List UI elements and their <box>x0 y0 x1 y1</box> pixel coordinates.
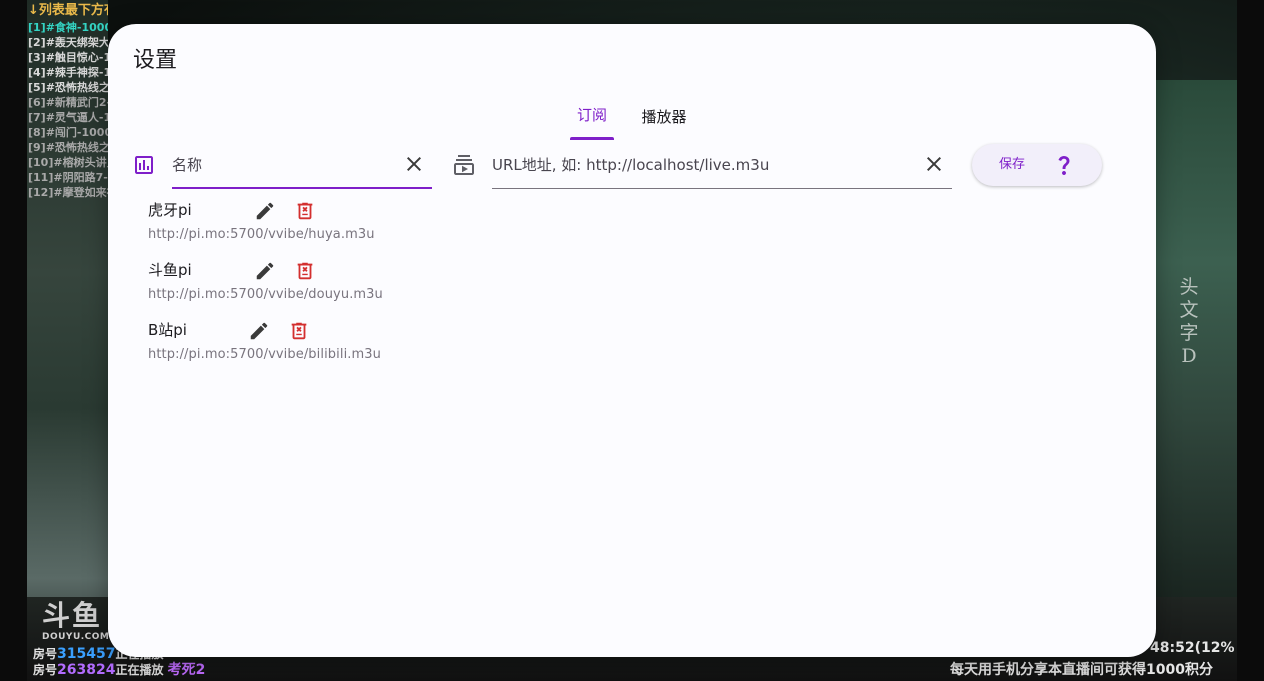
playlist-item: [4]#辣手神探-1 <box>28 66 108 79</box>
vertical-title-char: 头 <box>1179 276 1199 298</box>
playlist-overlay: ↓列表最下方有滚动片单↓ [1]#食神-10000 [2]#轰天绑架大 [3]#… <box>28 2 108 200</box>
playlist-item: [12]#摩登如来神 <box>28 186 108 199</box>
list-item: 虎牙pi http://pi.mo:5700/vvibe/huya.m3u <box>148 198 468 254</box>
playlist-item: [11]#阴阳路7-1 <box>28 171 108 184</box>
settings-dialog: 设置 订阅 播放器 保存 <box>108 24 1156 657</box>
delete-icon[interactable] <box>288 320 310 342</box>
url-input[interactable] <box>492 143 952 187</box>
vertical-title-char: 字 <box>1179 322 1199 344</box>
clear-url-icon[interactable] <box>922 152 946 176</box>
room-prefix: 房号 <box>33 647 58 661</box>
list-item: 斗鱼pi http://pi.mo:5700/vvibe/douyu.m3u <box>148 258 468 314</box>
room-line: 房号263824正在播放 考死2 <box>33 662 205 678</box>
vertical-title-char: 文 <box>1179 299 1199 321</box>
save-button[interactable]: 保存 <box>972 144 1102 186</box>
playlist-item: [6]#新精武门2- <box>28 96 108 109</box>
name-field[interactable] <box>172 143 432 189</box>
playlist-item: [8]#闯门-1000 <box>28 126 108 139</box>
playback-timecode: 48:52(12%) <box>1150 640 1234 656</box>
playlist-item: [2]#轰天绑架大 <box>28 36 108 49</box>
playlist-item: [5]#恐怖热线之 <box>28 81 108 94</box>
dialog-title: 设置 <box>133 48 178 73</box>
playlist-item: [3]#触目惊心-1 <box>28 51 108 64</box>
delete-icon[interactable] <box>294 260 316 282</box>
douyu-logo-text: 斗鱼 <box>42 599 103 632</box>
help-icon[interactable] <box>1052 153 1076 177</box>
subscription-name: 虎牙pi <box>148 201 192 219</box>
url-field[interactable] <box>492 143 952 189</box>
url-field-underline <box>492 188 952 189</box>
edit-icon[interactable] <box>254 260 276 282</box>
room-number: 263824 <box>57 662 116 678</box>
playlist-item: [7]#灵气逼人-1 <box>28 111 108 124</box>
video-vertical-title: 头 文 字 D <box>1178 276 1200 368</box>
room-number: 315457 <box>57 646 116 662</box>
list-item: B站pi http://pi.mo:5700/vvibe/bilibili.m3… <box>148 318 468 374</box>
save-button-label: 保存 <box>999 157 1026 172</box>
douyu-logo: 斗鱼 DOUYU.COM <box>42 599 110 643</box>
edit-icon[interactable] <box>248 320 270 342</box>
room-status: 正在播放 <box>115 663 164 677</box>
app-window: ↓列表最下方有滚动片单↓ [1]#食神-10000 [2]#轰天绑架大 [3]#… <box>0 0 1264 681</box>
room-title: 考死2 <box>167 662 206 678</box>
subscription-url: http://pi.mo:5700/vvibe/douyu.m3u <box>148 287 383 302</box>
playlist-item: [1]#食神-10000 <box>28 21 108 34</box>
name-input[interactable] <box>172 143 432 187</box>
bar-chart-icon <box>132 153 156 177</box>
room-prefix: 房号 <box>33 663 58 677</box>
playlist-header: ↓列表最下方有滚动片单↓ <box>28 3 108 18</box>
subscription-name: 斗鱼pi <box>148 261 192 279</box>
tab-subscriptions[interactable]: 订阅 <box>570 96 614 140</box>
subscription-name: B站pi <box>148 321 187 339</box>
subscriptions-icon <box>452 153 476 177</box>
name-field-underline <box>172 187 432 189</box>
playlist-item: [9]#恐怖热线之 <box>28 141 108 154</box>
tab-player[interactable]: 播放器 <box>636 98 692 142</box>
clear-name-icon[interactable] <box>402 152 426 176</box>
vertical-title-char: D <box>1181 345 1197 367</box>
edit-icon[interactable] <box>254 200 276 222</box>
promo-text: 每天用手机分享本直播间可获得1000积分 <box>950 662 1213 678</box>
subscription-url: http://pi.mo:5700/vvibe/bilibili.m3u <box>148 347 381 362</box>
delete-icon[interactable] <box>294 200 316 222</box>
subscription-url: http://pi.mo:5700/vvibe/huya.m3u <box>148 227 375 242</box>
douyu-logo-domain: DOUYU.COM <box>42 632 110 642</box>
playlist-item: [10]#榕树头讲鬼 <box>28 156 108 169</box>
